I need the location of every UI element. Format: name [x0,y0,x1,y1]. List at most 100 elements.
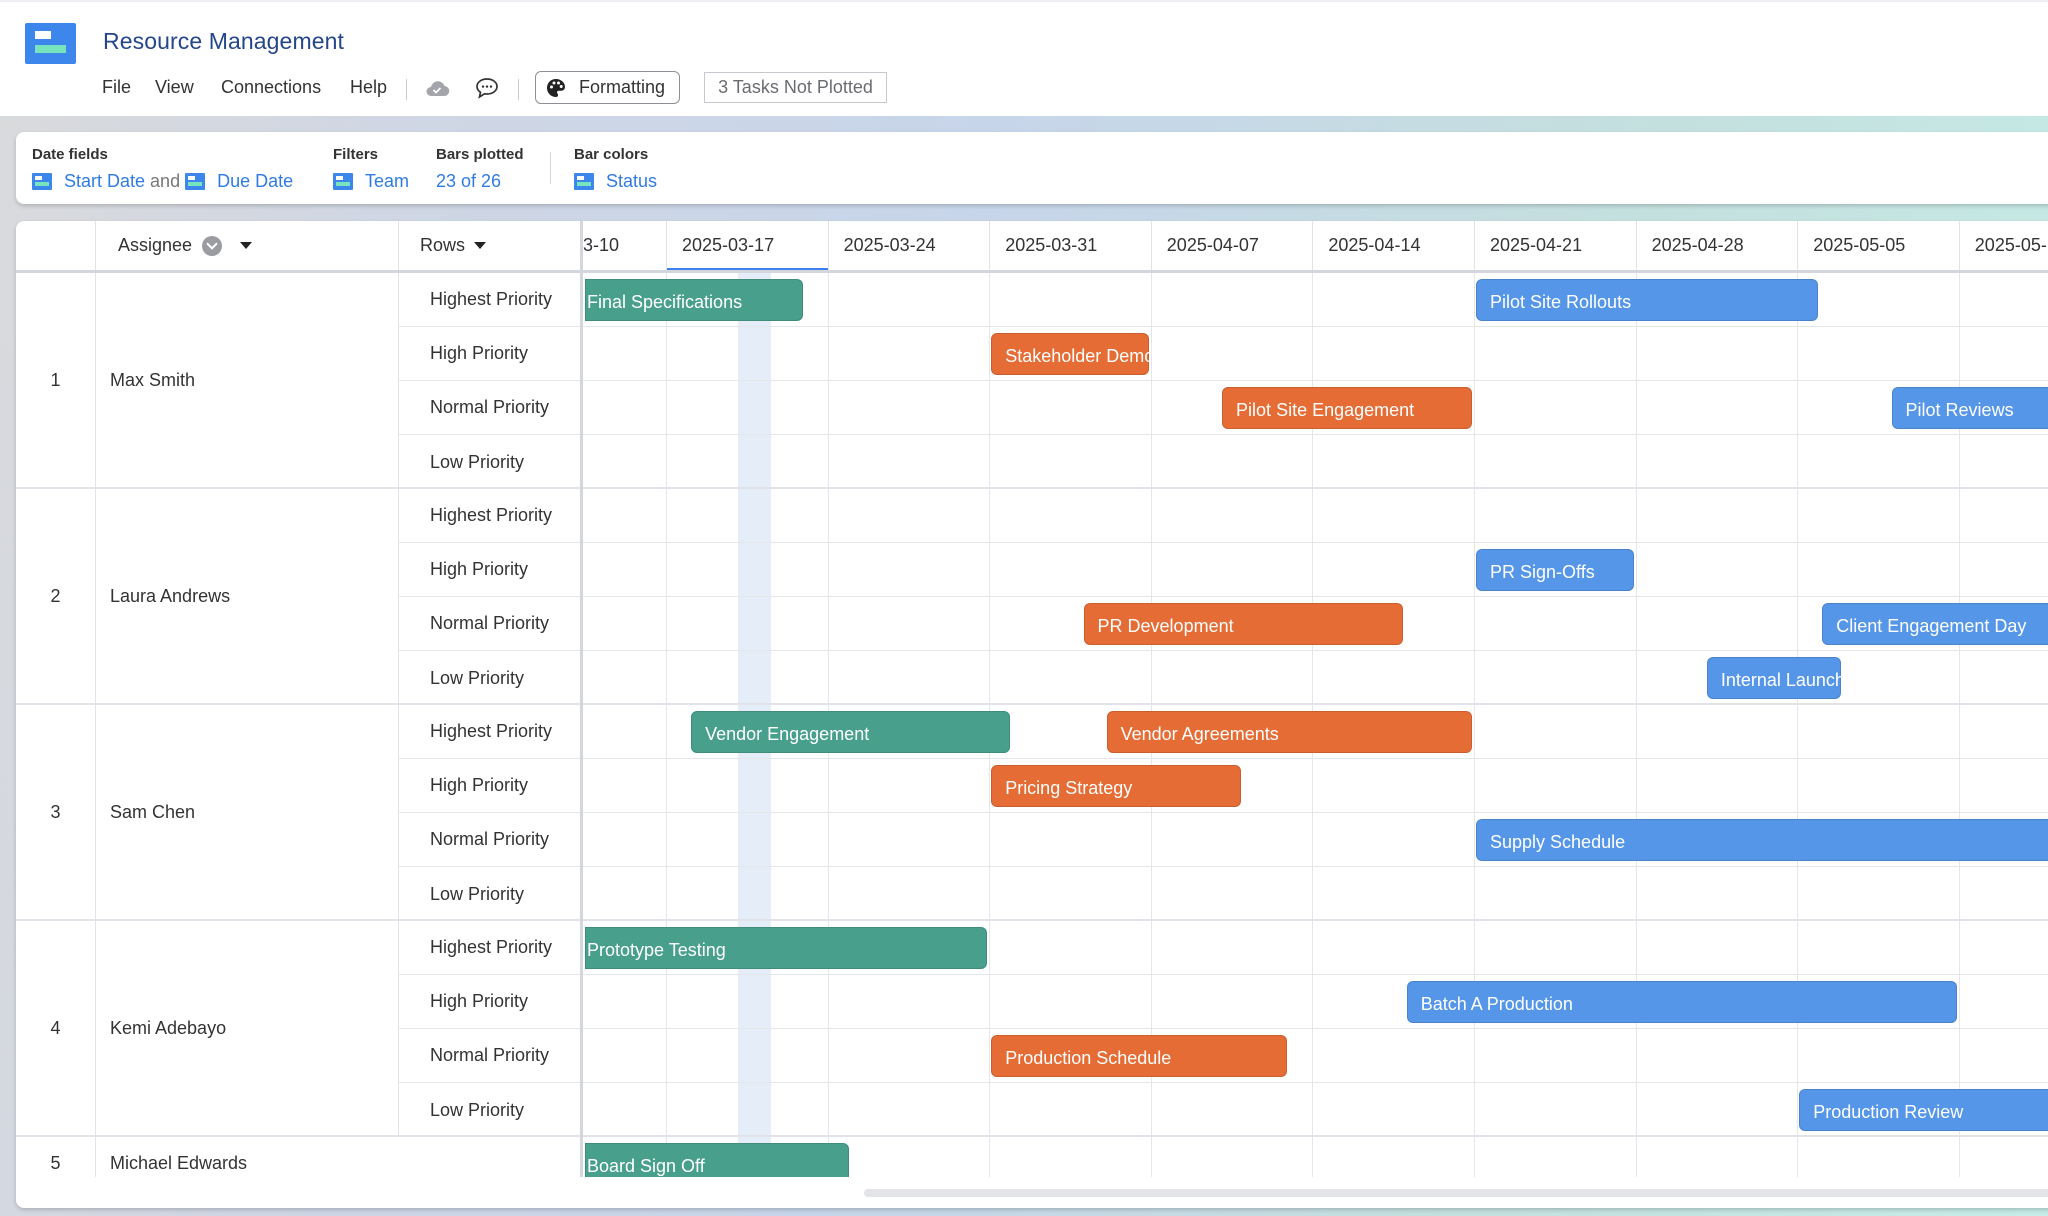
priority-row-label: Low Priority [430,451,525,472]
task-bar[interactable]: Supply Schedule [1476,819,2048,861]
row-gridline [583,866,2048,867]
assignee-name[interactable]: Michael Edwards [96,1137,399,1177]
rows-dropdown-icon[interactable] [474,242,487,249]
rows-header-label: Rows [420,235,466,255]
week-column-header[interactable]: 2025-03-17 [666,221,828,270]
field-icon [32,173,52,190]
week-column-header[interactable]: 2025-03-24 [827,221,990,270]
menu-file[interactable]: File [102,77,131,98]
task-bar[interactable]: Client Engagement Day [1822,603,2048,645]
assignee-group: 1 Max Smith Highest Priority High Priority N… [16,273,580,489]
priority-row-label: Normal Priority [399,813,580,867]
rows-column-header[interactable]: Rows [399,221,580,270]
task-bar[interactable]: Stakeholder Demos [991,333,1149,375]
priority-row-label: High Priority [399,327,580,381]
status-color-field-link[interactable]: Status [606,171,657,192]
and-text: and [150,171,181,191]
priority-row-label: High Priority [399,543,580,597]
priority-row-label: Low Priority [430,883,525,904]
team-filter-link[interactable]: Team [365,171,409,192]
priority-row-label: Highest Priority [399,489,580,543]
formatting-label: Formatting [579,77,666,97]
row-number: 4 [16,921,96,1135]
row-gridline [583,1082,2048,1083]
assignee-group: 4 Kemi Adebayo Highest Priority High Priori… [16,921,580,1137]
assignee-dropdown-icon[interactable] [240,242,253,249]
app-logo-icon [25,23,76,64]
row-number: 5 [16,1137,96,1177]
field-icon [185,173,206,190]
app-header: Resource Management File View Connection… [0,0,2048,116]
assignee-group: 2 Laura Andrews Highest Priority High Prior… [16,489,580,705]
week-column-header[interactable]: 2025-04-07 [1150,221,1313,270]
formatting-button[interactable]: Formatting [535,71,680,104]
row-number: 1 [16,273,96,487]
toolbar-divider [550,152,551,184]
week-column-header[interactable]: 2025-04-21 [1474,221,1636,270]
task-bar[interactable]: Final Specifications [585,279,803,321]
row-number-header [16,221,96,270]
task-bar[interactable]: Pilot Site Engagement [1222,387,1472,429]
assignee-column-header[interactable]: Assignee [96,221,399,270]
priority-row-label: High Priority [399,975,580,1029]
row-gridline [583,1028,2048,1029]
task-bar[interactable]: Vendor Agreements [1106,711,1472,753]
start-date-field-link[interactable]: Start Date [64,171,145,192]
row-gridline [583,650,2048,651]
assignee-name[interactable]: Sam Chen [96,705,399,919]
due-date-field-link[interactable]: Due Date [217,171,293,192]
task-bar[interactable]: Prototype Testing [585,927,988,969]
assignee-name[interactable]: Max Smith [96,273,399,487]
menu-connections[interactable]: Connections [221,77,321,98]
row-gridline [583,542,2048,543]
priority-row-label: Highest Priority [399,921,580,975]
week-column-header[interactable]: 2025-04-28 [1635,221,1798,270]
cloud-saved-icon[interactable] [424,78,450,98]
tasks-not-plotted-button[interactable]: 3 Tasks Not Plotted [704,72,887,103]
task-bar[interactable]: Pricing Strategy [991,765,1242,807]
row-gridline [583,1135,2048,1137]
assignee-name[interactable]: Laura Andrews [96,489,399,703]
menu-help[interactable]: Help [350,77,387,98]
field-icon [333,173,353,190]
horizontal-scrollbar[interactable] [864,1189,2048,1197]
bars-plotted-count[interactable]: 23 of 26 [436,171,501,192]
task-bar[interactable]: Pilot Reviews [1891,387,2048,429]
assignee-group: 5 Michael Edwards [16,1137,580,1177]
row-gridline [583,812,2048,813]
priority-row-label: Highest Priority [399,273,580,327]
chart-settings-bar: Date fields Start Date and Due Date Filt… [16,132,2048,204]
task-bar[interactable]: PR Development [1083,603,1403,645]
check-circle-icon[interactable] [202,235,223,256]
week-column-header[interactable]: 2025-03-31 [989,221,1151,270]
priority-row-label: Low Priority [430,667,525,688]
priority-row-label: Normal Priority [399,1029,580,1083]
week-gridline [666,273,667,1177]
menu-divider [406,79,407,100]
week-column-header[interactable]: 2025-05-05 [1797,221,1959,270]
bar-colors-label: Bar colors [574,146,649,163]
row-gridline [583,703,2048,705]
menu-view[interactable]: View [155,77,194,98]
assignee-name[interactable]: Kemi Adebayo [96,921,399,1135]
document-title[interactable]: Resource Management [103,28,344,55]
week-column-header[interactable]: 3-10 [583,221,666,270]
task-bar[interactable]: Pilot Site Rollouts [1476,279,1819,321]
task-bar[interactable]: Batch A Production [1406,981,1957,1023]
priority-row-label: High Priority [399,759,580,813]
table-body: 1 Max Smith Highest Priority High Priority N… [16,273,2048,1177]
task-bar[interactable]: Internal Launch [1706,657,1842,699]
task-bar[interactable]: Vendor Engagement [691,711,1011,753]
task-bar[interactable]: Board Sign Off [585,1143,849,1177]
task-bar[interactable]: Production Schedule [991,1035,1288,1077]
comments-icon[interactable] [475,77,499,99]
task-bar[interactable]: Production Review [1799,1089,2048,1131]
assignee-header-label: Assignee [118,235,193,255]
row-gridline [583,487,2048,489]
week-column-header[interactable]: 2025-05-12 [1958,221,2048,270]
menu-divider [518,79,519,100]
week-column-header[interactable]: 2025-04-14 [1312,221,1474,270]
timeline-grid: Final Specifications Pilot Site Rollouts S… [580,273,2048,1177]
timeline-header: 3-10 2025-03-17 2025-03-24 2025-03-31 2025-0… [580,221,2048,270]
task-bar[interactable]: PR Sign-Offs [1476,549,1634,591]
